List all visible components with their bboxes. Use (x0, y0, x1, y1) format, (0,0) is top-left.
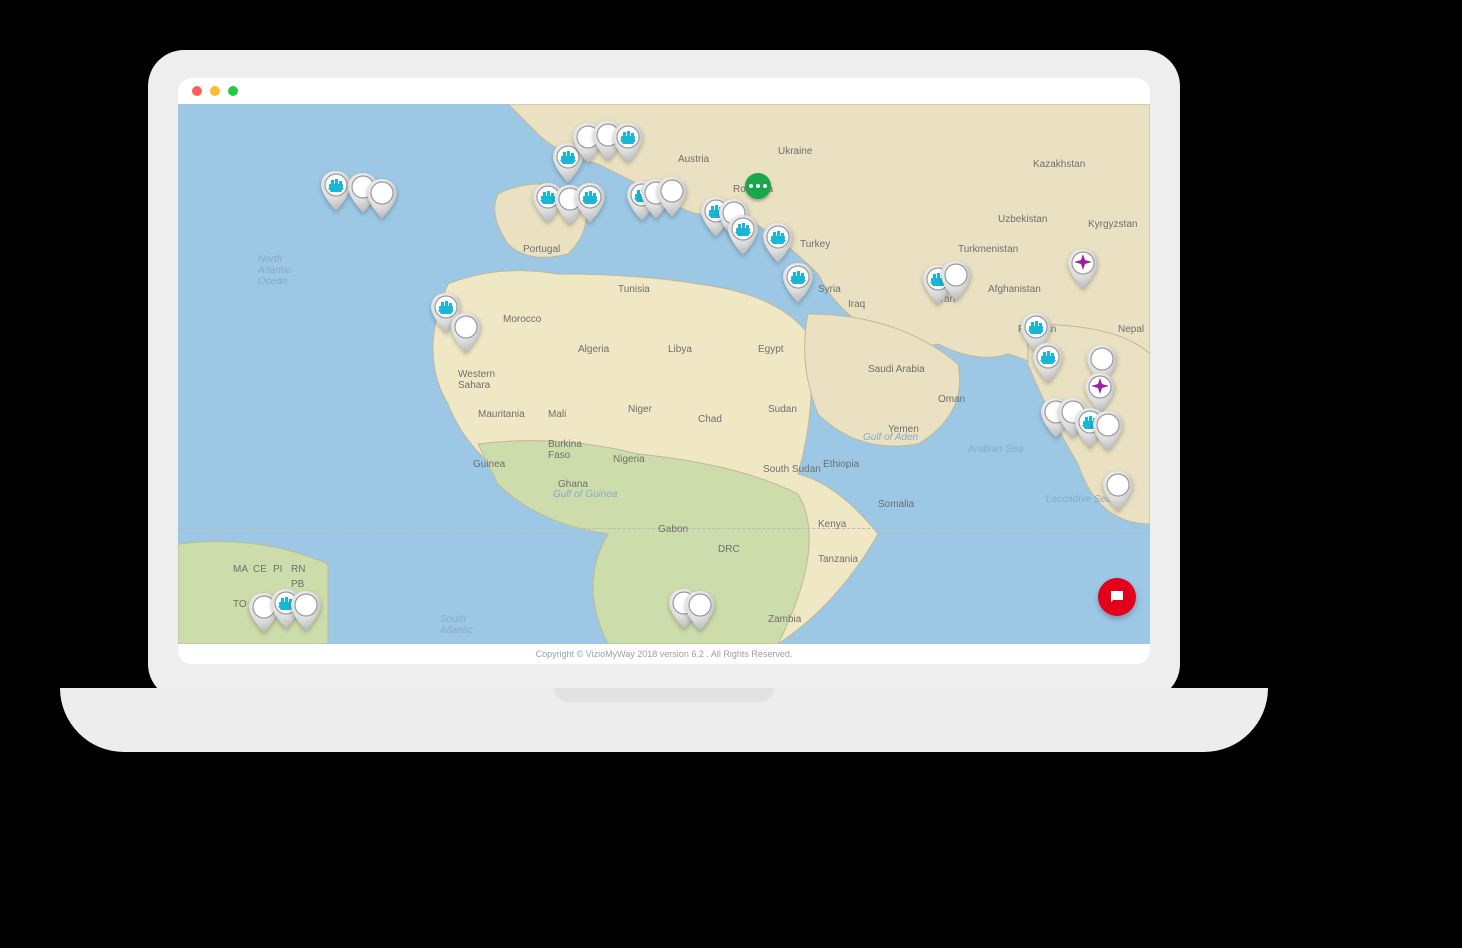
laptop-base (60, 688, 1268, 752)
map-marker-empty[interactable] (1101, 470, 1135, 512)
map-marker-ship[interactable] (781, 262, 815, 304)
map-marker-ship[interactable] (611, 122, 645, 164)
footer: Copyright © VizioMyWay 2018 version 6.2 … (178, 644, 1150, 664)
map-cluster[interactable] (745, 173, 771, 199)
map-marker-empty[interactable] (449, 312, 483, 354)
minimize-button[interactable] (210, 86, 220, 96)
map-marker-empty[interactable] (365, 178, 399, 220)
map-marker-empty[interactable] (655, 176, 689, 218)
map-marker-empty[interactable] (289, 590, 323, 632)
map-marker-ship[interactable] (726, 214, 760, 256)
window-controls (178, 78, 1150, 104)
map-marker-empty[interactable] (939, 260, 973, 302)
zoom-button[interactable] (228, 86, 238, 96)
copyright-text: Copyright © VizioMyWay 2018 version 6.2 … (536, 649, 793, 659)
map-marker-ship[interactable] (1031, 342, 1065, 384)
map-viewport[interactable]: NorthAtlanticOceanSouthAtlanticGulf of G… (178, 104, 1150, 644)
map-marker-empty[interactable] (683, 590, 717, 632)
equator-line (178, 528, 1150, 529)
chat-button[interactable] (1098, 578, 1136, 616)
map-marker-ship[interactable] (761, 222, 795, 264)
chat-icon (1108, 588, 1126, 606)
close-button[interactable] (192, 86, 202, 96)
map-marker-plane[interactable] (1066, 248, 1100, 290)
map-marker-ship[interactable] (573, 182, 607, 224)
screen: NorthAtlanticOceanSouthAtlanticGulf of G… (178, 78, 1150, 664)
map-marker-empty[interactable] (1091, 410, 1125, 452)
